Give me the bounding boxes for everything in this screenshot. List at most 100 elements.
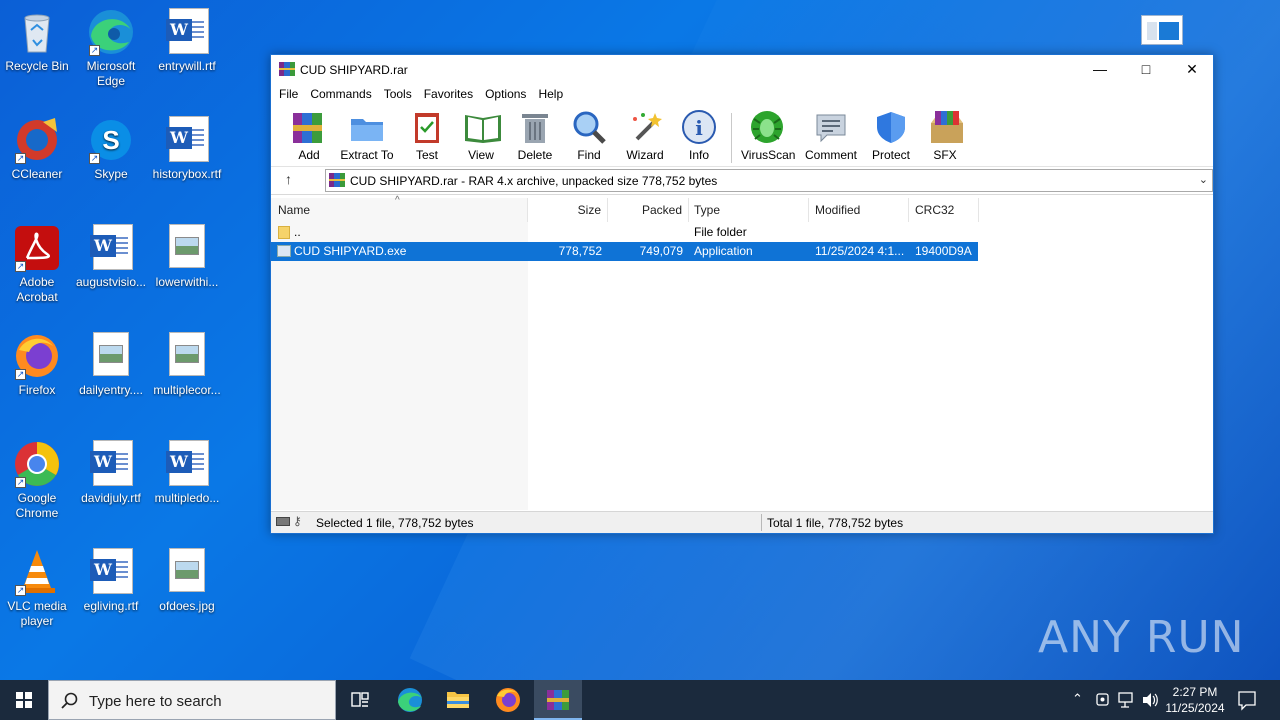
desktop-icon-skype[interactable]: S ↗ Skype (74, 116, 148, 182)
desktop-icon-label: augustvisio... (75, 275, 147, 289)
up-arrow-icon[interactable]: ↑ (285, 171, 292, 187)
webcam-icon (1096, 693, 1109, 706)
desktop-icon-davidjuly[interactable]: W davidjuly.rtf (74, 440, 148, 506)
search-placeholder: Type here to search (89, 693, 222, 710)
edge-icon (398, 688, 422, 712)
sfx-button[interactable]: SFX (927, 109, 963, 162)
taskbar-file-explorer[interactable] (434, 680, 482, 720)
desktop-icon-multipledo[interactable]: W multipledo... (150, 440, 224, 506)
menu-options[interactable]: Options (479, 83, 532, 101)
desktop-icon-google-chrome[interactable]: ↗ Google Chrome (0, 440, 74, 521)
maximize-button[interactable]: □ (1123, 55, 1169, 83)
row-packed: 749,079 (639, 244, 683, 258)
taskbar-search-box[interactable]: Type here to search (48, 680, 336, 720)
desktop-icon-egliving[interactable]: W egliving.rtf (74, 548, 148, 614)
column-header-name[interactable]: Name ^ (271, 195, 528, 222)
menu-file[interactable]: File (273, 83, 304, 101)
delete-button[interactable]: Delete (517, 109, 553, 162)
taskbar-firefox[interactable] (484, 680, 532, 720)
show-hidden-icons-button[interactable]: ⌃ (1068, 680, 1088, 720)
column-header-modified[interactable]: Modified (809, 198, 909, 222)
image-file-icon (163, 548, 211, 596)
menu-help[interactable]: Help (532, 83, 569, 101)
desktop-icon-vlc[interactable]: ↗ VLC media player (0, 548, 74, 629)
view-button[interactable]: View (459, 109, 503, 162)
key-icon[interactable]: ⚷ (293, 514, 302, 528)
column-header-packed[interactable]: Packed (608, 198, 689, 222)
desktop-icon-historybox[interactable]: W historybox.rtf (150, 116, 224, 182)
desktop-icon-adobe-acrobat[interactable]: ↗ Adobe Acrobat (0, 224, 74, 305)
desktop-icon-multiplecor[interactable]: multiplecor... (150, 332, 224, 398)
task-view-button[interactable] (336, 680, 384, 720)
test-button[interactable]: Test (409, 109, 445, 162)
desktop-icon-label: multipledo... (154, 491, 220, 505)
tray-volume[interactable] (1140, 680, 1160, 720)
comment-button[interactable]: Comment (803, 109, 859, 162)
find-button[interactable]: Find (571, 109, 607, 162)
column-header-crc32[interactable]: CRC32 (909, 198, 979, 222)
desktop-icon-ofdoes[interactable]: ofdoes.jpg (150, 548, 224, 614)
desktop-icon-label: dailyentry.... (79, 383, 143, 397)
desktop-icon-augustvisio[interactable]: W augustvisio... (74, 224, 148, 290)
archive-path-combobox[interactable]: CUD SHIPYARD.rar - RAR 4.x archive, unpa… (325, 169, 1213, 192)
sort-ascending-icon: ^ (395, 195, 400, 206)
menu-commands[interactable]: Commands (304, 83, 377, 101)
drive-icon[interactable] (276, 517, 290, 526)
taskbar: Type here to search ⌃ 2:27 PM 11/25/2024 (0, 680, 1280, 720)
shortcut-arrow-icon: ↗ (89, 45, 100, 56)
status-bar: ⚷ Selected 1 file, 778,752 bytes Total 1… (271, 511, 1213, 533)
shortcut-arrow-icon: ↗ (15, 477, 26, 488)
desktop-icon-lowerwithi[interactable]: lowerwithi... (150, 224, 224, 290)
desktop-icon-dailyentry[interactable]: dailyentry.... (74, 332, 148, 398)
window-thumbnail-icon[interactable] (1141, 15, 1183, 45)
wizard-button[interactable]: Wizard (625, 109, 665, 162)
chrome-icon: ↗ (13, 440, 61, 488)
extract-folder-icon (349, 109, 385, 145)
row-name: CUD SHIPYARD.exe (294, 244, 407, 258)
table-row[interactable]: .. File folder (271, 223, 978, 242)
winrar-icon (547, 690, 569, 710)
taskbar-winrar[interactable] (534, 680, 582, 720)
tray-meet-now[interactable] (1094, 680, 1114, 720)
archive-path-text: CUD SHIPYARD.rar - RAR 4.x archive, unpa… (350, 174, 718, 188)
menu-tools[interactable]: Tools (378, 83, 418, 101)
shortcut-arrow-icon: ↗ (15, 153, 26, 164)
view-book-icon (463, 109, 501, 145)
virusscan-bug-icon (749, 109, 785, 145)
desktop-icon-firefox[interactable]: ↗ Firefox (0, 332, 74, 398)
add-button[interactable]: Add (289, 109, 329, 162)
close-button[interactable]: ✕ (1169, 55, 1215, 83)
virusscan-button[interactable]: VirusScan (741, 109, 795, 162)
desktop-icon-recycle-bin[interactable]: Recycle Bin (0, 8, 74, 74)
folder-icon (447, 692, 469, 708)
adobe-acrobat-icon: ↗ (13, 224, 61, 272)
word-document-icon: W (87, 548, 135, 596)
desktop-icon-entrywill[interactable]: W entrywill.rtf (150, 8, 224, 74)
chevron-down-icon[interactable]: ⌄ (1199, 173, 1208, 186)
column-header-size[interactable]: Size (528, 198, 608, 222)
desktop-icon-ccleaner[interactable]: ↗ CCleaner (0, 116, 74, 182)
exe-file-icon (277, 245, 291, 257)
test-clipboard-icon (409, 109, 445, 145)
start-button[interactable] (0, 680, 48, 720)
extract-to-button[interactable]: Extract To (339, 109, 395, 162)
tray-network[interactable] (1116, 680, 1138, 720)
minimize-button[interactable]: — (1077, 55, 1123, 83)
delete-trash-icon (517, 109, 553, 145)
taskbar-edge[interactable] (386, 680, 434, 720)
taskbar-clock[interactable]: 2:27 PM 11/25/2024 (1160, 684, 1230, 716)
title-bar[interactable]: CUD SHIPYARD.rar — □ ✕ (271, 55, 1213, 83)
info-button[interactable]: i Info (681, 109, 717, 162)
find-magnifier-icon (571, 109, 607, 145)
desktop-icon-label: ofdoes.jpg (159, 599, 215, 613)
row-size: 778,752 (558, 244, 602, 258)
desktop-icon-label: davidjuly.rtf (81, 491, 141, 505)
notifications-button[interactable] (1232, 680, 1262, 720)
notification-icon (1238, 691, 1256, 711)
desktop-icon-label: lowerwithi... (155, 275, 219, 289)
menu-favorites[interactable]: Favorites (418, 83, 479, 101)
desktop-icon-microsoft-edge[interactable]: ↗ Microsoft Edge (74, 8, 148, 89)
column-header-type[interactable]: Type (689, 198, 809, 222)
protect-button[interactable]: Protect (869, 109, 913, 162)
table-row-selected[interactable]: CUD SHIPYARD.exe 778,752 749,079 Applica… (271, 242, 978, 261)
